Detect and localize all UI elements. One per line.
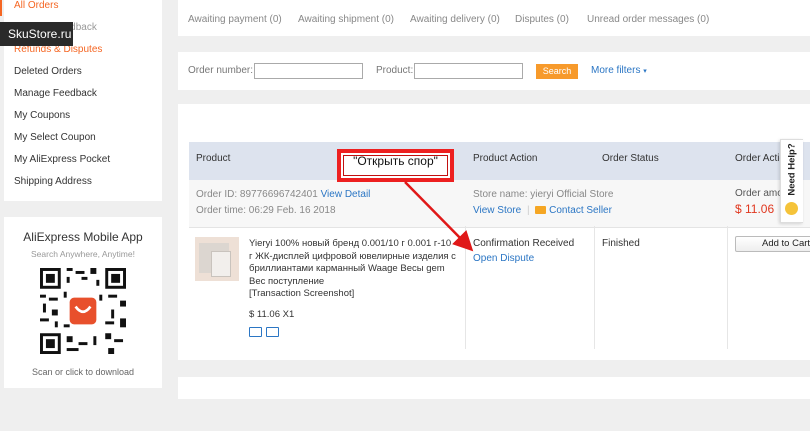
tab-awaiting-shipment[interactable]: Awaiting shipment (0) [298, 14, 394, 25]
need-help-tab[interactable]: Need Help? [780, 139, 803, 223]
order-summary-row: Order ID: 89776696742401 View Detail Ord… [189, 180, 810, 228]
tab-disputes[interactable]: Disputes (0) [515, 14, 569, 25]
help-avatar-icon [785, 202, 798, 215]
annotation-text: "Открыть спор" [353, 154, 438, 168]
order-time-line: Order time: 06:29 Feb. 16 2018 [196, 205, 336, 216]
header-product-action: Product Action [473, 153, 538, 164]
order-id-line: Order ID: 89776696742401 View Detail [196, 189, 370, 200]
more-filters-link[interactable]: More filters ▾ [591, 65, 647, 76]
column-divider [727, 226, 728, 349]
sidebar-item-aliexpress-pocket[interactable]: My AliExpress Pocket [14, 154, 110, 165]
active-indicator [0, 0, 2, 16]
order-status-tabs: Awaiting payment (0) Awaiting shipment (… [178, 0, 810, 36]
contact-seller-link[interactable]: Contact Seller [549, 205, 612, 216]
view-store-link[interactable]: View Store [473, 205, 521, 216]
store-links: View Store | Contact Seller [473, 205, 612, 216]
order-table-header: Product Product Action Order Status Orde… [189, 142, 810, 180]
link-divider: | [526, 205, 530, 216]
sidebar-item-manage-feedback[interactable]: Manage Feedback [14, 88, 97, 99]
annotation-callout: "Открыть спор" [337, 149, 454, 182]
tab-awaiting-delivery[interactable]: Awaiting delivery (0) [410, 14, 500, 25]
order-amount-label: Order amo [735, 188, 783, 199]
more-filters-label: More filters [591, 65, 641, 76]
mobile-app-promo[interactable]: AliExpress Mobile App Search Anywhere, A… [4, 217, 162, 388]
product-thumbnail[interactable] [195, 237, 239, 281]
sidebar-item-deleted-orders[interactable]: Deleted Orders [14, 66, 82, 77]
card-icon [266, 327, 279, 337]
tab-unread-messages[interactable]: Unread order messages (0) [587, 14, 709, 25]
message-icon [535, 206, 547, 214]
app-subtitle: Search Anywhere, Anytime! [31, 249, 135, 259]
view-detail-link[interactable]: View Detail [321, 189, 371, 200]
product-price-qty: $ 11.06 X1 [249, 309, 295, 320]
store-name-line: Store name: yieryi Official Store [473, 189, 613, 200]
open-dispute-link[interactable]: Open Dispute [473, 253, 534, 264]
product-input[interactable] [414, 63, 523, 79]
app-title: AliExpress Mobile App [23, 230, 143, 244]
search-button[interactable]: Search [536, 64, 578, 79]
column-divider [594, 226, 595, 349]
store-name-label: Store name: [473, 189, 528, 200]
order-id-value: 89776696742401 [239, 189, 318, 200]
chevron-down-icon: ▾ [643, 68, 647, 75]
header-product: Product [196, 153, 231, 164]
product-action-status: Confirmation Received [473, 238, 575, 249]
transaction-screenshot-link[interactable]: [Transaction Screenshot] [249, 288, 354, 299]
store-name-value: yieryi Official Store [530, 189, 614, 200]
order-time-value: 06:29 Feb. 16 2018 [248, 205, 336, 216]
order-list-panel: Product Product Action Order Status Orde… [178, 104, 810, 360]
annotation-arrow-icon [404, 181, 474, 252]
delivery-icon [249, 327, 262, 337]
order-amount-value: $ 11.06 [735, 202, 775, 216]
order-time-label: Order time: [196, 205, 247, 216]
order-number-label: Order number: [188, 65, 254, 76]
sidebar-item-my-coupons[interactable]: My Coupons [14, 110, 70, 121]
order-id-label: Order ID: [196, 189, 238, 200]
watermark-label: SkuStore.ru [0, 22, 73, 46]
app-caption: Scan or click to download [31, 367, 135, 377]
sidebar-item-my-select-coupon[interactable]: My Select Coupon [14, 132, 96, 143]
product-label: Product: [376, 65, 414, 76]
need-help-label: Need Help? [786, 143, 798, 196]
order-number-input[interactable] [254, 63, 363, 79]
header-order-status: Order Status [602, 153, 659, 164]
qr-code[interactable] [40, 268, 126, 354]
order-status-value: Finished [602, 238, 640, 249]
tab-awaiting-payment[interactable]: Awaiting payment (0) [188, 14, 282, 25]
order-search-bar: Order number: Product: Search More filte… [178, 52, 810, 90]
bottom-panel [178, 377, 810, 399]
sidebar-item-all-orders[interactable]: All Orders [14, 0, 58, 11]
add-to-cart-button[interactable]: Add to Cart [735, 236, 810, 252]
sidebar-item-shipping-address[interactable]: Shipping Address [14, 176, 92, 187]
